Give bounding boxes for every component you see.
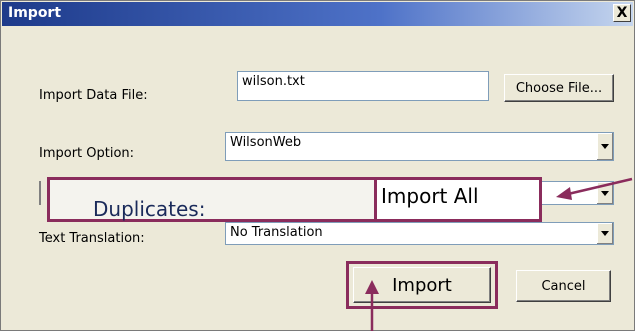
- annotation-arrow-icon: [365, 280, 379, 331]
- annotation-arrow-icon: [556, 177, 633, 200]
- annotation-overlay: [365, 177, 633, 331]
